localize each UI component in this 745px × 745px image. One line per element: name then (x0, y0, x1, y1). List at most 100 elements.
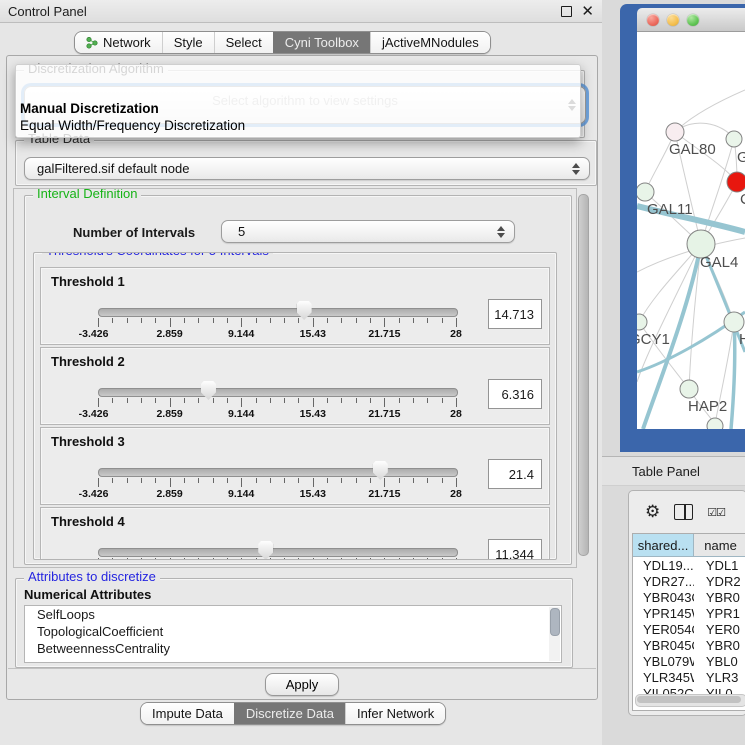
network-canvas-area[interactable]: GAL80GACGAL11GAL4GCY1HHAP2 (637, 32, 745, 429)
attributes-scrollbar (549, 607, 560, 661)
popup-item-equal-width-frequency[interactable]: Equal Width/Frequency Discretization (20, 118, 245, 133)
tab-infer-network[interactable]: Infer Network (345, 703, 445, 724)
threshold-value-field[interactable]: 21.4 (488, 459, 542, 489)
tab-style[interactable]: Style (162, 32, 214, 53)
cell-name: YPR1 (694, 606, 745, 621)
threshold-slider: -3.4262.8599.14415.4321.71528 (98, 428, 456, 504)
slider-track[interactable] (98, 388, 458, 397)
network-node-label: HAP2 (688, 398, 727, 415)
tick-label: 9.144 (228, 488, 254, 500)
slider-ticks (98, 558, 456, 560)
network-canvas: GAL80GACGAL11GAL4GCY1HHAP2 (637, 32, 745, 429)
tab-discretize-data[interactable]: Discretize Data (234, 703, 345, 724)
table-row[interactable]: YER054CYER0 (633, 621, 745, 637)
select-columns-icon[interactable]: ☑☑ (707, 506, 725, 519)
top-tab-bar: Network Style Select Cyni Toolbox jActiveMNo… (74, 31, 491, 54)
tick-label: 2.859 (156, 408, 182, 420)
tab-cyni-toolbox[interactable]: Cyni Toolbox (273, 32, 370, 53)
table-row[interactable]: YDR27...YDR2 (633, 573, 745, 589)
table-row[interactable]: YBR043CYBR0 (633, 589, 745, 605)
table-panel-toolbar: ⚙ ☑☑ (629, 499, 745, 525)
tab-label: Cyni Toolbox (285, 35, 359, 50)
table-row[interactable]: YBR045CYBR0 (633, 637, 745, 653)
numerical-attributes-label: Numerical Attributes (24, 587, 151, 602)
table-row[interactable]: YPR145WYPR1 (633, 605, 745, 621)
cell-shared-name: YDL19... (633, 558, 694, 573)
tab-select[interactable]: Select (214, 32, 273, 53)
window-title: Control Panel (8, 4, 87, 19)
thresholds-group: Threshold's Coordinates for 5 Intervals … (33, 252, 557, 560)
table-row[interactable]: YLR345WYLR3 (633, 669, 745, 685)
slider-track[interactable] (98, 468, 458, 477)
settings-gear-icon[interactable]: ⚙ (645, 504, 660, 521)
node-attribute-table: shared... name YDL19...YDL1YDR27...YDR2Y… (632, 533, 745, 711)
threshold-value-field[interactable]: 6.316 (488, 379, 542, 409)
number-of-intervals-combobox[interactable]: 5 (221, 220, 515, 243)
table-hscrollbar (635, 694, 745, 707)
tick-label: 9.144 (228, 408, 254, 420)
settings-scrollbar-thumb[interactable] (578, 194, 589, 556)
tick-label: 28 (450, 328, 462, 340)
threshold-slider: -3.4262.8599.14415.4321.71528 (98, 508, 456, 560)
list-item[interactable]: SelfLoops (25, 606, 561, 623)
tick-label: 28 (450, 408, 462, 420)
table-rows: YDL19...YDL1YDR27...YDR2YBR043CYBR0YPR14… (633, 557, 745, 697)
table-data-combobox-value: galFiltered.sif default node (25, 161, 189, 176)
network-node-gal80[interactable] (666, 123, 684, 141)
tab-network[interactable]: Network (75, 32, 162, 53)
tick-label: -3.426 (79, 488, 109, 500)
tick-label: -3.426 (79, 408, 109, 420)
tick-label: 2.859 (156, 488, 182, 500)
table-hscrollbar-thumb[interactable] (637, 696, 741, 703)
network-node-c[interactable] (727, 172, 745, 192)
close-icon[interactable]: ✕ (581, 4, 594, 19)
split-columns-icon[interactable] (674, 504, 693, 520)
column-header-name[interactable]: name (694, 534, 745, 556)
threshold-slider: -3.4262.8599.14415.4321.71528 (98, 268, 456, 344)
network-node-ga[interactable] (726, 131, 742, 147)
settings-scroll-viewport: Interval Definition Number of Intervals … (13, 188, 577, 568)
threshold-value-field[interactable]: 14.713 (488, 299, 542, 329)
mac-minimize-light[interactable] (667, 14, 679, 26)
cell-name: YBR0 (694, 638, 745, 653)
network-node-gal11[interactable] (637, 183, 654, 201)
tick-label: 15.43 (300, 488, 326, 500)
thresholds-group-title: Threshold's Coordinates for 5 Intervals (42, 252, 273, 258)
tab-label: Discretize Data (246, 706, 334, 721)
network-node-h[interactable] (724, 312, 744, 332)
tab-impute-data[interactable]: Impute Data (141, 703, 234, 724)
tab-label: Select (226, 35, 262, 50)
mac-zoom-light[interactable] (687, 14, 699, 26)
table-data-combobox[interactable]: galFiltered.sif default node (24, 157, 590, 180)
slider-track[interactable] (98, 308, 458, 317)
tab-label: Style (174, 35, 203, 50)
mac-close-light[interactable] (647, 14, 659, 26)
threshold-value-field[interactable]: 11.344 (488, 539, 542, 560)
cell-name: YER0 (694, 622, 745, 637)
table-panel-title: Table Panel (632, 464, 700, 479)
attribute-items: SelfLoopsTopologicalCoefficientBetweenne… (25, 606, 561, 657)
network-node-hap2[interactable] (680, 380, 698, 398)
apply-row: Apply (8, 668, 596, 699)
float-window-icon[interactable] (561, 6, 572, 17)
apply-button[interactable]: Apply (265, 673, 340, 696)
table-row[interactable]: YDL19...YDL1 (633, 557, 745, 573)
attributes-group: Attributes to discretize Numerical Attri… (15, 578, 573, 668)
list-item[interactable]: TopologicalCoefficient (25, 623, 561, 640)
cell-shared-name: YLR345W (633, 670, 694, 685)
network-node[interactable] (707, 418, 723, 429)
list-item[interactable]: BetweennessCentrality (25, 640, 561, 657)
table-header-row: shared... name (633, 534, 745, 557)
popup-item-manual-discretization[interactable]: Manual Discretization (20, 101, 159, 116)
attributes-scrollbar-thumb[interactable] (550, 608, 560, 636)
cell-shared-name: YBR043C (633, 590, 694, 605)
slider-track[interactable] (98, 548, 458, 557)
slider-tick-labels: -3.4262.8599.14415.4321.71528 (98, 328, 456, 340)
bottom-tab-bar: Impute Data Discretize Data Infer Network (140, 702, 446, 725)
cyni-toolbox-panel: Discretization Algorithm Select algorith… (6, 55, 598, 700)
numerical-attributes-list[interactable]: SelfLoopsTopologicalCoefficientBetweenne… (24, 605, 562, 663)
column-header-shared-name[interactable]: shared... (633, 534, 694, 556)
table-row[interactable]: YBL079WYBL0 (633, 653, 745, 669)
tab-jactivemnodules[interactable]: jActiveMNodules (370, 32, 490, 53)
network-node-gcy1[interactable] (637, 314, 647, 330)
